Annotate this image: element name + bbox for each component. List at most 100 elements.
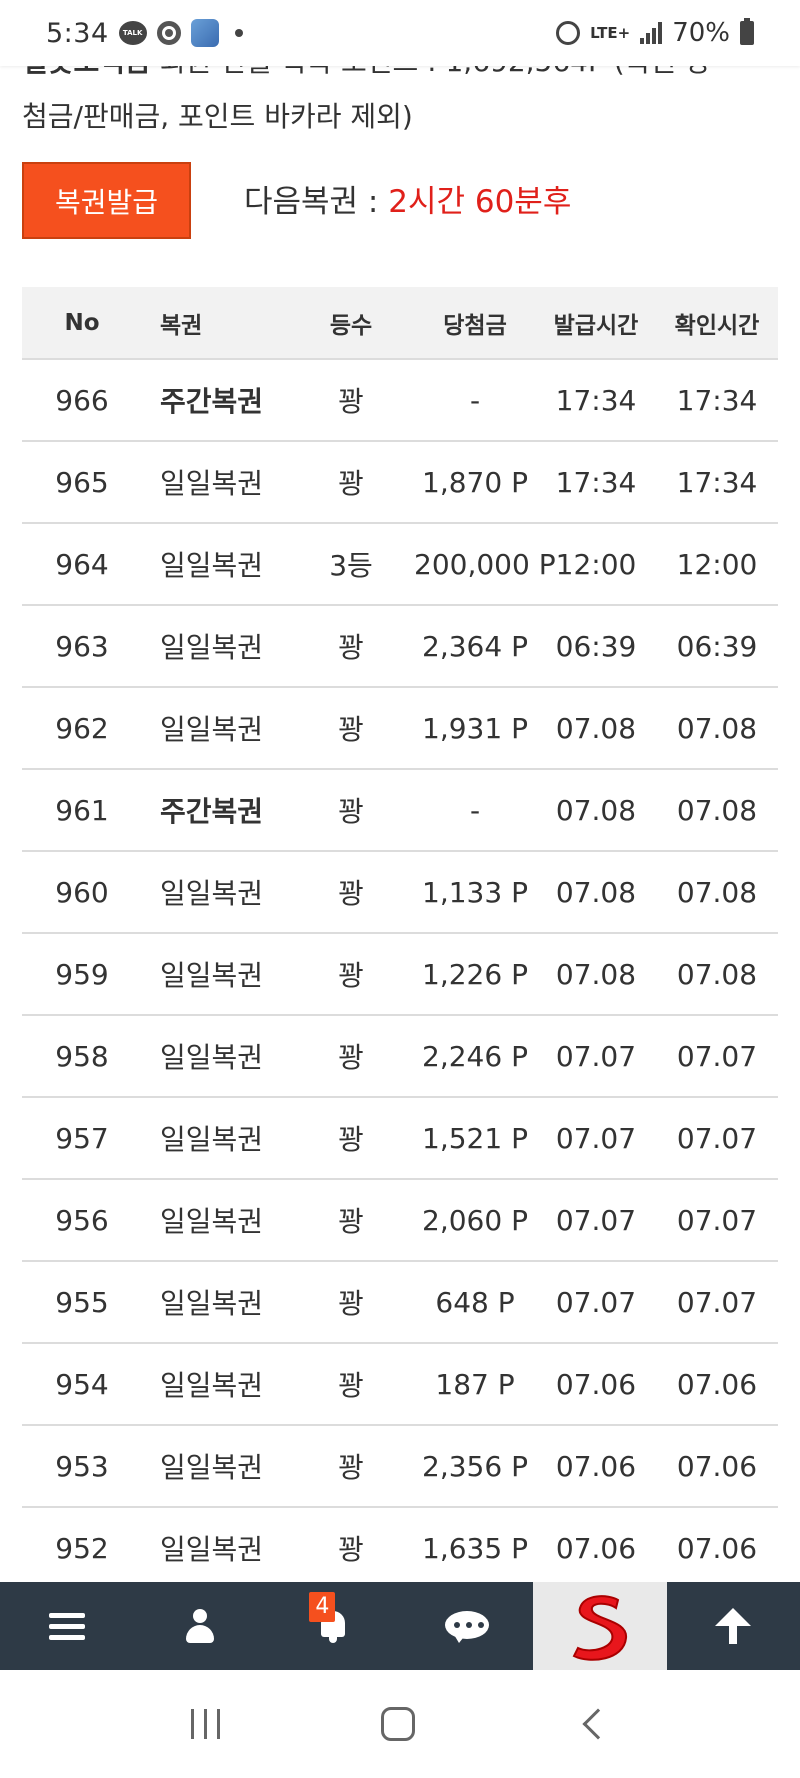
recent-apps-icon[interactable] <box>190 1709 220 1739</box>
cell-check-time: 07.08 <box>676 957 758 991</box>
cell-issue-time: 12:00 <box>555 547 637 581</box>
cell-rank: 꽝 <box>338 1123 364 1156</box>
cell-prize: 2,364 P <box>422 629 528 663</box>
cell-check-time: 12:00 <box>676 547 758 581</box>
cell-ticket: 일일복권 <box>160 1451 264 1484</box>
cell-prize: - <box>469 383 481 417</box>
cell-prize: 1,635 P <box>422 1531 528 1565</box>
cell-check-time: 07.07 <box>676 1121 758 1155</box>
cell-rank: 꽝 <box>338 1369 364 1402</box>
battery-percent: 70% <box>672 18 730 48</box>
header-no: No <box>64 309 100 336</box>
table-row: 959 일일복권 꽝 1,226 P 07.08 07.08 <box>22 934 778 1016</box>
cell-check-time: 07.07 <box>676 1039 758 1073</box>
table-row: 952 일일복권 꽝 1,635 P 07.06 07.06 <box>22 1508 778 1590</box>
header-prize: 당첨금 <box>443 312 507 339</box>
table-row: 954 일일복권 꽝 187 P 07.06 07.06 <box>22 1344 778 1426</box>
cell-check-time: 07.08 <box>676 793 758 827</box>
table-row: 964 일일복권 3등 200,000 P 12:00 12:00 <box>22 524 778 606</box>
table-row: 960 일일복권 꽝 1,133 P 07.08 07.08 <box>22 852 778 934</box>
cell-rank: 꽝 <box>338 877 364 910</box>
site-logo-icon <box>568 1590 632 1662</box>
cell-issue-time: 07.06 <box>555 1367 637 1401</box>
nav-notifications[interactable]: 4 <box>267 1582 400 1670</box>
cell-rank: 꽝 <box>338 1205 364 1238</box>
status-bar: 5:34 TALK LTE+ 70% <box>0 0 800 66</box>
cell-rank: 꽝 <box>338 713 364 746</box>
cell-prize: 187 P <box>435 1367 515 1401</box>
cell-no: 956 <box>55 1203 109 1237</box>
cell-no: 954 <box>55 1367 109 1401</box>
table-row: 963 일일복권 꽝 2,364 P 06:39 06:39 <box>22 606 778 688</box>
cell-prize: - <box>469 793 481 827</box>
issue-lottery-button[interactable]: 복권발급 <box>22 162 191 239</box>
chrome-icon <box>156 21 181 45</box>
alarm-icon <box>556 21 581 45</box>
cell-no: 966 <box>55 383 109 417</box>
table-row: 955 일일복권 꽝 648 P 07.07 07.07 <box>22 1262 778 1344</box>
table-row: 966 주간복권 꽝 - 17:34 17:34 <box>22 360 778 442</box>
talk-icon: TALK <box>118 21 147 45</box>
header-ticket: 복권 <box>160 312 203 339</box>
cell-issue-time: 07.07 <box>555 1039 637 1073</box>
nav-chat[interactable] <box>400 1582 533 1670</box>
cell-ticket: 주간복권 <box>160 795 264 828</box>
nav-scroll-top[interactable] <box>667 1582 800 1670</box>
cell-check-time: 06:39 <box>676 629 758 663</box>
cell-issue-time: 07.07 <box>555 1285 637 1319</box>
cell-issue-time: 17:34 <box>555 465 637 499</box>
table-header-row: No 복권 등수 당첨금 발급시간 확인시간 <box>22 287 778 360</box>
back-icon[interactable] <box>582 1708 614 1740</box>
nav-site-logo[interactable] <box>533 1582 667 1670</box>
cell-check-time: 07.07 <box>676 1285 758 1319</box>
cell-rank: 꽝 <box>338 631 364 664</box>
notification-badge: 4 <box>309 1592 336 1622</box>
table-row: 958 일일복권 꽝 2,246 P 07.07 07.07 <box>22 1016 778 1098</box>
arrow-up-icon <box>715 1608 752 1644</box>
cell-prize: 1,226 P <box>422 957 528 991</box>
cell-no: 953 <box>55 1449 109 1483</box>
chat-icon <box>444 1609 489 1643</box>
cell-check-time: 07.08 <box>676 711 758 745</box>
cell-prize: 1,870 P <box>422 465 528 499</box>
cell-ticket: 일일복권 <box>160 631 264 664</box>
header-check-time: 확인시간 <box>674 312 760 339</box>
nav-menu[interactable] <box>0 1582 133 1670</box>
home-icon[interactable] <box>381 1707 416 1741</box>
cell-ticket: 일일복권 <box>160 713 264 746</box>
cell-no: 964 <box>55 547 109 581</box>
cell-check-time: 07.06 <box>676 1449 758 1483</box>
cell-ticket: 일일복권 <box>160 1041 264 1074</box>
cell-issue-time: 07.08 <box>555 711 637 745</box>
cell-rank: 꽝 <box>338 1533 364 1566</box>
cell-ticket: 일일복권 <box>160 1369 264 1402</box>
cell-issue-time: 07.07 <box>555 1203 637 1237</box>
cell-issue-time: 07.08 <box>555 875 637 909</box>
cell-issue-time: 06:39 <box>555 629 637 663</box>
cell-no: 963 <box>55 629 109 663</box>
cell-issue-time: 07.08 <box>555 957 637 991</box>
status-time: 5:34 <box>46 17 109 49</box>
cell-no: 961 <box>55 793 109 827</box>
app-icon <box>190 19 219 47</box>
android-nav-bar <box>0 1670 800 1778</box>
cell-no: 952 <box>55 1531 109 1565</box>
cell-issue-time: 07.06 <box>555 1449 637 1483</box>
cell-check-time: 07.07 <box>676 1203 758 1237</box>
header-rank: 등수 <box>329 312 373 339</box>
table-row: 961 주간복권 꽝 - 07.08 07.08 <box>22 770 778 852</box>
cell-issue-time: 07.07 <box>555 1121 637 1155</box>
cell-no: 959 <box>55 957 109 991</box>
next-lottery-info: 다음복권 : 2시간 60분후 <box>244 176 571 221</box>
cell-no: 962 <box>55 711 109 745</box>
network-type: LTE+ <box>590 23 631 42</box>
cell-rank: 꽝 <box>338 385 364 418</box>
cell-check-time: 07.06 <box>676 1367 758 1401</box>
nav-profile[interactable] <box>133 1582 266 1670</box>
table-row: 956 일일복권 꽝 2,060 P 07.07 07.07 <box>22 1180 778 1262</box>
battery-icon <box>740 18 754 45</box>
cell-rank: 꽝 <box>338 467 364 500</box>
cell-check-time: 07.08 <box>676 875 758 909</box>
cell-no: 957 <box>55 1121 109 1155</box>
cell-check-time: 17:34 <box>676 465 758 499</box>
